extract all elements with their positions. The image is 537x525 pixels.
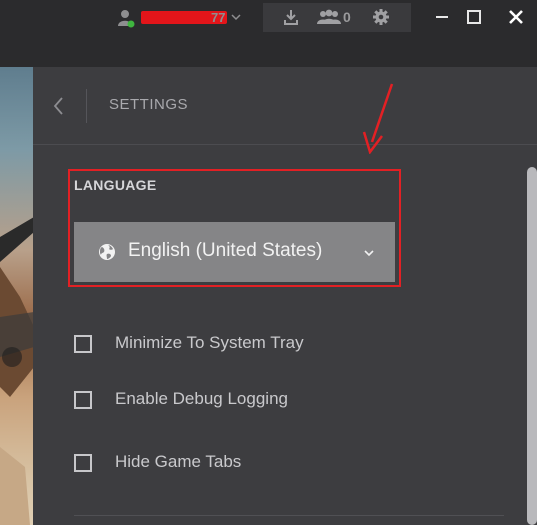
page-title: SETTINGS xyxy=(109,96,189,113)
maximize-icon[interactable] xyxy=(463,6,485,28)
username-suffix: 77 xyxy=(211,10,226,25)
annotation-arrow-icon xyxy=(362,83,394,154)
hide-game-tabs-checkbox[interactable] xyxy=(74,454,92,472)
toolbar-group: 0 xyxy=(263,3,411,32)
user-icon xyxy=(118,10,135,28)
close-icon[interactable] xyxy=(505,6,527,28)
option-label: Minimize To System Tray xyxy=(115,333,304,352)
debug-logging-checkbox[interactable] xyxy=(74,391,92,409)
back-icon[interactable] xyxy=(51,95,67,117)
background-artwork xyxy=(0,67,34,525)
friends-icon[interactable] xyxy=(316,9,342,25)
title-bar: 77 0 xyxy=(0,0,537,67)
settings-header: SETTINGS xyxy=(33,67,537,145)
settings-panel: SETTINGS LANGUAGE English (United States… xyxy=(33,67,537,525)
gear-icon[interactable] xyxy=(372,8,390,26)
annotation-highlight-box xyxy=(68,169,401,287)
option-label: Hide Game Tabs xyxy=(115,452,242,471)
section-divider xyxy=(74,515,504,516)
download-icon[interactable] xyxy=(283,9,299,25)
option-label: Enable Debug Logging xyxy=(115,389,288,408)
minimize-icon[interactable] xyxy=(431,6,453,28)
scrollbar-thumb[interactable] xyxy=(527,167,537,525)
header-divider xyxy=(86,89,87,123)
chevron-down-icon xyxy=(231,14,241,21)
friends-count: 0 xyxy=(343,9,351,25)
minimize-to-tray-checkbox[interactable] xyxy=(74,335,92,353)
